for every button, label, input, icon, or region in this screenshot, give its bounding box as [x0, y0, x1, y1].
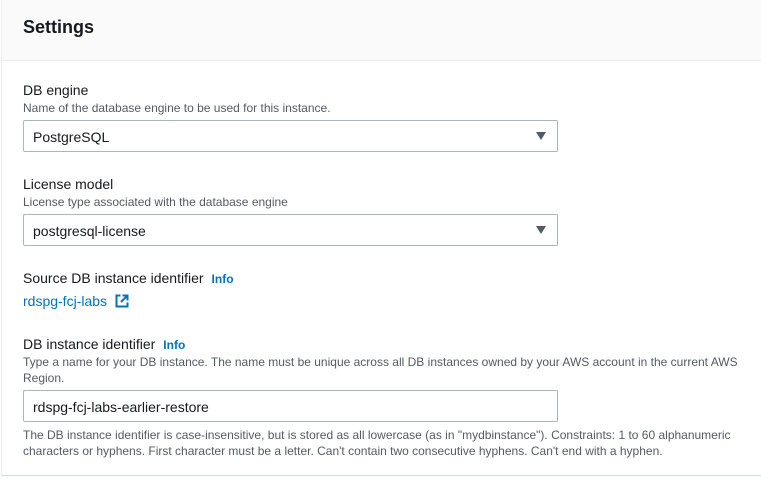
license-model-label: License model — [23, 176, 114, 192]
source-identifier-label-row: Source DB instance identifier Info — [23, 269, 234, 288]
license-model-description: License type associated with the databas… — [23, 195, 288, 209]
caret-down-icon — [536, 132, 546, 140]
panel-title: Settings — [23, 17, 95, 37]
db-engine-select[interactable]: PostgreSQL — [23, 120, 558, 152]
db-instance-identifier-description-line2: Region. — [23, 371, 65, 385]
source-identifier-label: Source DB instance identifier — [23, 270, 204, 286]
settings-panel: Settings DB engine Name of the database … — [1, 0, 761, 476]
db-instance-identifier-constraint-line2: characters or hyphens. First character m… — [23, 444, 663, 458]
db-engine-label: DB engine — [23, 82, 89, 98]
panel-header: Settings — [2, 0, 761, 61]
db-engine-description: Name of the database engine to be used f… — [23, 101, 331, 115]
source-instance-link[interactable]: rdspg-fcj-labs — [23, 292, 129, 312]
caret-down-icon — [536, 226, 546, 234]
db-instance-identifier-description-line1: Type a name for your DB instance. The na… — [23, 355, 738, 369]
db-engine-value: PostgreSQL — [33, 129, 110, 145]
license-model-value: postgresql-license — [33, 223, 146, 239]
db-instance-identifier-label-row: DB instance identifier Info — [23, 335, 185, 354]
db-instance-identifier-label: DB instance identifier — [23, 336, 156, 352]
db-instance-identifier-input[interactable]: rdspg-fcj-labs-earlier-restore — [23, 390, 558, 422]
source-identifier-info-link[interactable]: Info — [212, 272, 234, 286]
db-instance-identifier-value: rdspg-fcj-labs-earlier-restore — [33, 399, 209, 415]
source-instance-link-text: rdspg-fcj-labs — [23, 293, 108, 309]
license-model-select[interactable]: postgresql-license — [23, 214, 558, 246]
db-instance-identifier-info-link[interactable]: Info — [163, 338, 185, 352]
db-instance-identifier-constraint-line1: The DB instance identifier is case-insen… — [23, 428, 731, 442]
external-link-icon — [115, 294, 129, 312]
